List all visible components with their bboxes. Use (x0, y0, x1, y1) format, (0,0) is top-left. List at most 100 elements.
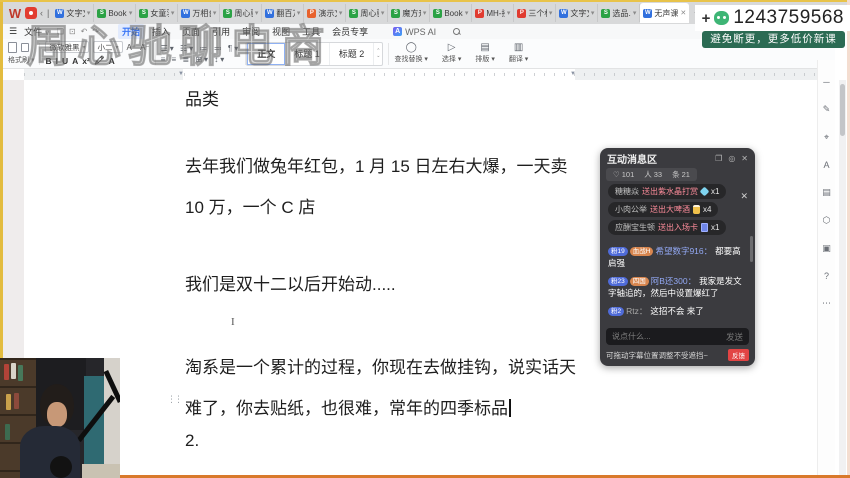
paste-icon[interactable] (8, 42, 17, 53)
undo-icon[interactable]: ↶ (81, 27, 88, 36)
gift-close-icon[interactable]: ✕ (740, 191, 748, 202)
typeset-button[interactable]: ▤排版 ▾ (470, 43, 499, 64)
tab-close-icon[interactable]: ▾ (255, 9, 259, 17)
tab-close-icon[interactable]: ▾ (87, 9, 91, 17)
doc-line[interactable]: 淘系是一个累计的过程，你现在去做挂钩，说实话天 (185, 353, 576, 378)
doc-line[interactable]: 我们是双十二以后开始动..... (185, 270, 396, 295)
find-replace-button[interactable]: ◯查找替换 ▾ (389, 43, 432, 64)
select-button[interactable]: ▷选择 ▾ (437, 43, 466, 64)
tab-close-icon[interactable]: ▾ (549, 9, 553, 17)
doc-line[interactable]: 2. (185, 431, 199, 451)
font-button-I[interactable]: I (56, 56, 58, 66)
font-button-A[interactable]: A (109, 56, 115, 66)
tab[interactable]: W文字文..▾ (556, 4, 598, 22)
style-标题 2[interactable]: 标题 2 (330, 43, 375, 65)
font-name-select[interactable]: 微软雅黑▾ (45, 41, 89, 53)
font-button-x²[interactable]: x² (82, 56, 90, 66)
popout-icon[interactable]: ❐ (715, 154, 722, 163)
tab-close-icon[interactable]: ▾ (591, 9, 595, 17)
tab[interactable]: SBook4▾ (430, 4, 472, 22)
horizontal-ruler[interactable]: ▼ ▼ (24, 69, 835, 80)
file-menu[interactable]: 文件 ∨ (24, 25, 50, 38)
search-icon[interactable] (453, 28, 461, 36)
wps-ai-button[interactable]: A WPS AI (393, 27, 436, 37)
chat-header[interactable]: 互动消息区 ❐◎✕ (600, 148, 755, 168)
save-icon[interactable]: ❏ (57, 27, 64, 36)
style-gallery-arrows[interactable]: ⌃⌄ (374, 49, 382, 59)
paragraph-row2[interactable]: ≡ ≡ ≣ ⊞▾ ↕▾ (161, 55, 241, 64)
menu-tab-插入[interactable]: 插入 (148, 24, 174, 39)
menu-tab-页面[interactable]: 页面 (178, 24, 204, 39)
vertical-scrollbar[interactable] (839, 80, 846, 475)
font-button-B[interactable]: B (45, 56, 51, 66)
font-button-U[interactable]: U (62, 56, 68, 66)
tab-back-icon[interactable]: ‹ (39, 8, 44, 18)
app-icon[interactable] (25, 7, 37, 19)
help-icon[interactable]: ? (818, 271, 835, 281)
notice-button[interactable]: 反馈 (728, 349, 749, 361)
tab-active[interactable]: W无声课✕ (640, 3, 689, 23)
grow-font-button[interactable]: A⁺ (127, 43, 137, 52)
print-icon[interactable]: ⊡ (69, 27, 76, 36)
copy-icon[interactable] (21, 43, 29, 52)
scrollbar-thumb[interactable] (840, 84, 845, 136)
tab[interactable]: P三个标题▾ (514, 4, 556, 22)
tab-close-icon[interactable]: ▾ (129, 9, 133, 17)
tab[interactable]: S魔方升▾ (388, 4, 430, 22)
menu-tab-引用[interactable]: 引用 (208, 24, 234, 39)
menu-tab-会员专享[interactable]: 会员专享 (328, 24, 372, 39)
close-icon[interactable]: ✕ (741, 154, 748, 163)
tab-close-icon[interactable]: ▾ (507, 9, 511, 17)
image-icon[interactable]: ▤ (818, 187, 835, 198)
left-indent-marker[interactable]: ▼ (178, 70, 184, 78)
shrink-font-button[interactable]: A⁻ (140, 43, 150, 52)
tab-close-icon[interactable]: ✕ (680, 9, 686, 17)
tab-close-icon[interactable]: ▾ (633, 9, 637, 17)
collapse-icon[interactable]: ─ (818, 77, 835, 87)
style-正文[interactable]: 正文 (247, 43, 285, 65)
tab[interactable]: W文字文..▾ (52, 4, 94, 22)
tab[interactable]: S周心驰▾ (346, 4, 388, 22)
menu-tab-视图[interactable]: 视图 (268, 24, 294, 39)
more-icon[interactable]: ⋯ (818, 298, 835, 309)
paragraph-row1[interactable]: ☰▾ ☷▾ ≔ ≕ ¶▾ (161, 44, 241, 53)
tab[interactable]: S周心驰万▾ (220, 4, 262, 22)
menu-tab-审阅[interactable]: 审阅 (238, 24, 264, 39)
tab[interactable]: PMH-接待▾ (472, 4, 514, 22)
tab[interactable]: SBook5▾ (94, 4, 136, 22)
chat-scrollbar[interactable] (750, 236, 753, 262)
tab-close-icon[interactable]: ▾ (297, 9, 301, 17)
styles-icon[interactable]: A (818, 160, 835, 170)
style-标题 1[interactable]: 标题 1 (285, 43, 330, 65)
doc-line[interactable]: 10 万，一个 C 店 (185, 193, 315, 218)
tab-close-icon[interactable]: ▾ (381, 9, 385, 17)
paragraph-drag-handle[interactable]: ⋮⋮ (167, 394, 181, 405)
font-button-A[interactable]: A (72, 56, 78, 66)
send-button[interactable]: 发送 (726, 331, 743, 343)
wps-logo[interactable]: W (7, 6, 23, 21)
tab-close-icon[interactable]: ▾ (465, 9, 469, 17)
doc-line[interactable]: 品类 (185, 85, 219, 110)
tab[interactable]: P演示文..▾ (304, 4, 346, 22)
font-button-🖍[interactable]: 🖍 (94, 55, 105, 66)
chat-input[interactable]: 说点什么... 发送 (606, 328, 749, 345)
select-icon[interactable]: ⌖ (818, 132, 835, 143)
menu-tab-工具[interactable]: 工具 (298, 24, 324, 39)
edit-icon[interactable]: ✎ (818, 104, 835, 115)
translate-button[interactable]: ▥翻译 ▾ (504, 43, 533, 64)
tab-close-icon[interactable]: ▾ (171, 9, 175, 17)
doc-line[interactable]: 去年我们做兔年红包，1 月 15 日左右大爆，一天卖 (185, 152, 568, 177)
tab[interactable]: W翻百万▾ (262, 4, 304, 22)
doc-line[interactable]: 难了，你去贴纸，也很难，常年的四季标品 (185, 394, 511, 419)
tab-close-icon[interactable]: ▾ (339, 9, 343, 17)
format-painter-button[interactable]: 格式刷 ▾ (8, 55, 34, 65)
redo-icon[interactable]: ↷ (92, 27, 99, 36)
menu-tab-开始[interactable]: 开始 (118, 24, 144, 39)
hamburger-icon[interactable]: ☰ (9, 26, 17, 37)
tab[interactable]: S选品.xlsx▾ (598, 4, 640, 22)
shapes-icon[interactable]: ⬡ (818, 215, 835, 226)
font-size-select[interactable]: 小二▾ (93, 41, 122, 53)
tab-close-icon[interactable]: ▾ (213, 9, 217, 17)
read-icon[interactable]: ▣ (818, 243, 835, 254)
document-text[interactable]: 品类去年我们做兔年红包，1 月 15 日左右大爆，一天卖 10 万，一个 C 店我… (185, 80, 585, 474)
